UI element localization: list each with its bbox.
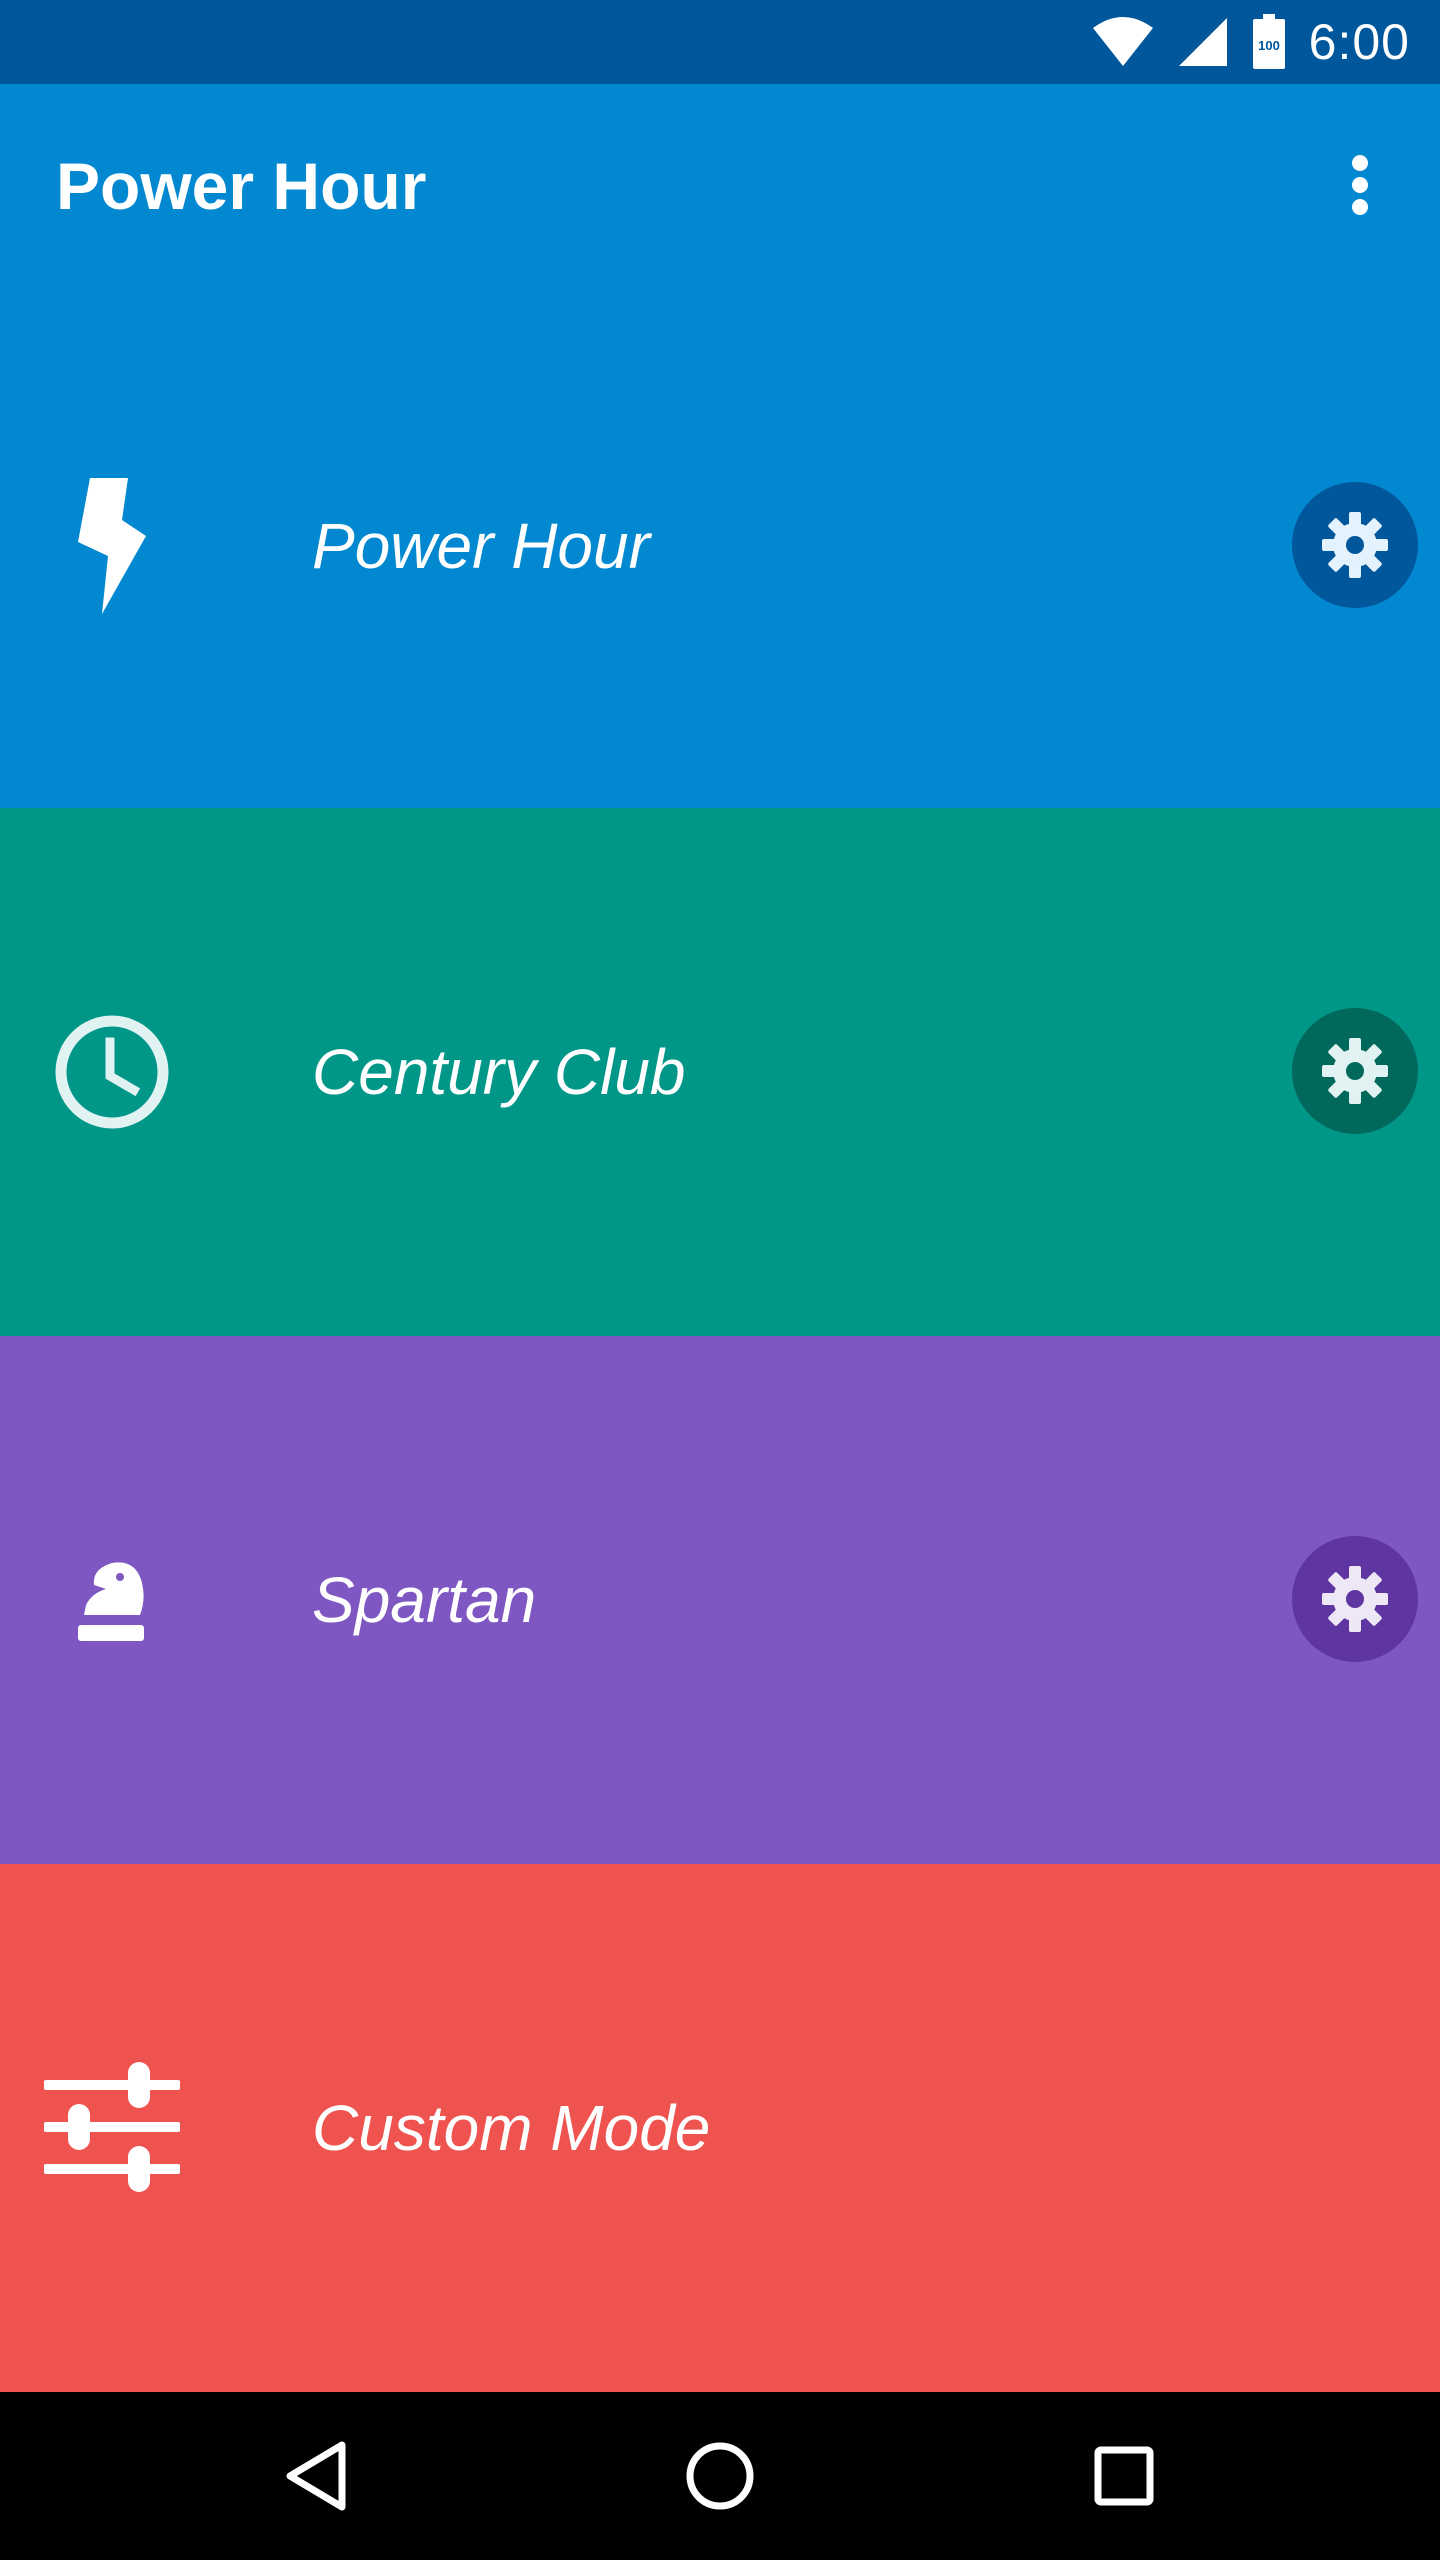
home-button[interactable] xyxy=(660,2416,780,2536)
more-vert-icon xyxy=(1352,155,1368,215)
mode-row-power-hour[interactable]: Power Hour xyxy=(0,284,1440,808)
gear-icon xyxy=(1322,1566,1388,1632)
mode-row-custom-mode[interactable]: Custom Mode xyxy=(0,1864,1440,2392)
settings-button[interactable] xyxy=(1292,1536,1418,1662)
recents-icon xyxy=(1094,2446,1154,2506)
app-title: Power Hour xyxy=(56,149,427,223)
gear-icon xyxy=(1322,512,1388,578)
mode-icon xyxy=(40,1528,184,1672)
recents-button[interactable] xyxy=(1064,2416,1184,2536)
battery-level-text: 100 xyxy=(1258,38,1280,53)
mode-icon xyxy=(40,474,184,618)
mode-row-century-club[interactable]: Century Club xyxy=(0,808,1440,1336)
home-icon xyxy=(686,2442,754,2510)
back-button[interactable] xyxy=(256,2416,376,2536)
navigation-bar xyxy=(0,2392,1440,2560)
status-time: 6:00 xyxy=(1308,14,1410,70)
app-bar: Power Hour xyxy=(0,84,1440,284)
screen: 100 6:00 Power Hour Power Hour Century C… xyxy=(0,0,1440,2560)
wifi-icon xyxy=(1092,17,1153,66)
back-icon xyxy=(286,2441,346,2511)
status-bar: 100 6:00 xyxy=(0,0,1440,84)
cell-signal-icon xyxy=(1178,18,1227,66)
mode-label: Century Club xyxy=(312,1036,686,1108)
tune-sliders-icon xyxy=(44,2062,180,2192)
mode-label: Spartan xyxy=(312,1564,537,1636)
clock-icon xyxy=(55,1015,169,1129)
mode-label: Custom Mode xyxy=(312,2092,711,2164)
mode-icon xyxy=(40,1000,184,1144)
lightning-bolt-icon xyxy=(78,478,146,614)
gear-icon xyxy=(1322,1038,1388,1104)
chess-knight-icon xyxy=(78,1562,144,1641)
mode-label: Power Hour xyxy=(312,510,650,582)
settings-button[interactable] xyxy=(1292,482,1418,608)
mode-icon xyxy=(40,2056,184,2200)
status-icons: 100 6:00 xyxy=(1091,0,1410,84)
overflow-menu-button[interactable] xyxy=(1320,140,1400,230)
mode-row-spartan[interactable]: Spartan xyxy=(0,1336,1440,1864)
settings-button[interactable] xyxy=(1292,1008,1418,1134)
battery-icon: 100 xyxy=(1252,14,1285,69)
